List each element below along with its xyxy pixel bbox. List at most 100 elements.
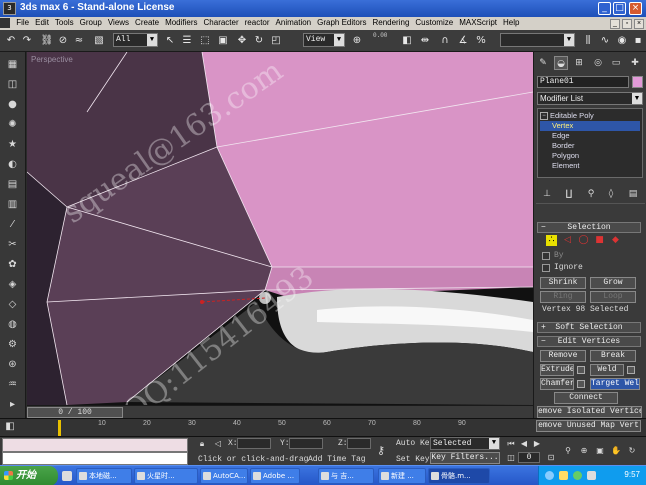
break-button[interactable]: Break <box>590 350 636 362</box>
redo-icon[interactable]: ↷ <box>20 34 34 48</box>
key-filters-button[interactable]: Key Filters... <box>430 452 500 464</box>
select-link-icon[interactable]: ⛓ <box>40 34 54 48</box>
edge-mode-icon[interactable]: ◁ <box>562 235 573 246</box>
weld-settings-button[interactable] <box>627 366 635 374</box>
pan-icon[interactable]: ✋ <box>610 445 622 457</box>
utilities-tab-icon[interactable]: ✚ <box>628 56 642 70</box>
expand-panel-icon[interactable]: ▸ <box>5 398 20 412</box>
by-vertex-checkbox[interactable] <box>542 252 550 260</box>
go-to-start-icon[interactable]: ⏮ <box>505 438 517 450</box>
selection-rollout-header[interactable]: − Selection <box>537 222 641 233</box>
menu-graph-editors[interactable]: Graph Editors <box>314 17 369 27</box>
object-name-field[interactable]: Plane01 <box>537 76 629 88</box>
unlink-icon[interactable]: ⊘ <box>56 34 70 48</box>
doc-restore-icon[interactable]: ▫ <box>622 19 632 29</box>
add-time-tag[interactable]: Add Time Tag <box>308 455 366 464</box>
edit-vertices-rollout-header[interactable]: − Edit Vertices <box>537 336 641 347</box>
helpers-icon[interactable]: ▤ <box>5 178 20 192</box>
z-coordinate-field[interactable] <box>347 438 371 449</box>
ignore-backfacing-checkbox[interactable] <box>542 264 550 272</box>
close-button[interactable]: × <box>629 2 642 15</box>
antivirus-icon[interactable] <box>573 471 582 480</box>
taskbar-item[interactable]: 新建 ... <box>378 468 426 484</box>
sphere-icon[interactable]: ● <box>5 98 20 112</box>
pivot-center-icon[interactable]: ⊕ <box>350 34 364 48</box>
taskbar-item[interactable]: AutoCA... <box>200 468 248 484</box>
reference-coordinate-dropdown[interactable]: View ▼ <box>303 33 345 47</box>
menu-file[interactable]: File <box>13 17 32 27</box>
objects-icon[interactable]: ▦ <box>5 58 20 72</box>
mirror-tool-icon[interactable]: ⫼ <box>581 34 595 48</box>
taskbar-item[interactable]: 骨骼.m... <box>428 468 490 484</box>
material-editor-icon[interactable]: ◉ <box>615 34 629 48</box>
chamfer-settings-button[interactable] <box>577 380 585 388</box>
soft-selection-rollout-header[interactable]: + Soft Selection <box>537 322 641 333</box>
select-by-name-icon[interactable]: ☰ <box>180 34 194 48</box>
undo-icon[interactable]: ↶ <box>4 34 18 48</box>
key-icon[interactable]: ⚷ <box>373 445 389 457</box>
time-config-icon[interactable]: ⊡ <box>545 452 557 464</box>
select-object-icon[interactable]: ▧ <box>92 34 106 48</box>
camera-icon[interactable]: ◐ <box>5 158 20 172</box>
show-end-result-icon[interactable]: ∐ <box>562 188 576 200</box>
taskbar-item[interactable]: 火星时... <box>134 468 198 484</box>
zoom-all-icon[interactable]: ⊕ <box>578 445 590 457</box>
stack-item-border[interactable]: Border <box>540 141 640 151</box>
grow-button[interactable]: Grow <box>590 277 636 289</box>
mesh-icon[interactable]: ◍ <box>5 318 20 332</box>
menu-tools[interactable]: Tools <box>52 17 77 27</box>
ring-button[interactable]: Ring <box>540 291 586 303</box>
stack-item-vertex[interactable]: Vertex <box>540 121 640 131</box>
menu-help[interactable]: Help <box>500 17 522 27</box>
percent-snap-icon[interactable]: % <box>474 34 488 48</box>
menu-rendering[interactable]: Rendering <box>369 17 412 27</box>
remove-button[interactable]: Remove <box>540 350 586 362</box>
modify-tab-icon[interactable]: ◒ <box>554 56 568 70</box>
auto-key-button[interactable]: Auto Key <box>396 439 434 448</box>
network-icon[interactable] <box>545 471 554 480</box>
menu-animation[interactable]: Animation <box>273 17 315 27</box>
play-icon[interactable]: ▶ <box>531 438 543 450</box>
current-frame-field[interactable]: 0 <box>518 452 540 463</box>
element-mode-icon[interactable]: ◆ <box>610 235 621 246</box>
remove-unused-map-verts-button[interactable]: emove Unused Map Vert <box>536 420 641 432</box>
chamfer-button[interactable]: Chamfer <box>540 378 574 390</box>
reactor-icon[interactable]: ✂ <box>5 238 20 252</box>
menu-reactor[interactable]: reactor <box>242 17 273 27</box>
x-coordinate-field[interactable] <box>237 438 271 449</box>
stack-item-editable-poly[interactable]: − Editable Poly <box>540 111 640 121</box>
taskbar-item[interactable]: 本地磁... <box>76 468 132 484</box>
stack-item-element[interactable]: Element <box>540 161 640 171</box>
bind-spacewarp-icon[interactable]: ≈ <box>72 34 86 48</box>
menu-views[interactable]: Views <box>105 17 132 27</box>
snap-icon[interactable]: ∩ <box>438 34 452 48</box>
mini-curve-editor-icon[interactable]: ◧ <box>3 421 17 435</box>
doc-minimize-icon[interactable]: _ <box>610 19 620 29</box>
bones-icon[interactable]: ⚙ <box>5 338 20 352</box>
taskbar-item[interactable]: Adobe ... <box>250 468 300 484</box>
menu-edit[interactable]: Edit <box>32 17 52 27</box>
y-coordinate-field[interactable] <box>289 438 323 449</box>
menu-modifiers[interactable]: Modifiers <box>162 17 200 27</box>
quick-launch-icon[interactable] <box>62 471 72 481</box>
shrink-button[interactable]: Shrink <box>540 277 586 289</box>
pin-stack-icon[interactable]: ⊥ <box>540 188 554 200</box>
doc-close-icon[interactable]: × <box>634 19 644 29</box>
polygon-mode-icon[interactable]: ■ <box>594 235 605 246</box>
angle-snap-icon[interactable]: ∡ <box>456 34 470 48</box>
patch-icon[interactable]: ◇ <box>5 298 20 312</box>
arc-rotate-icon[interactable]: ↻ <box>626 445 638 457</box>
target-weld-button[interactable]: Target Weld <box>590 378 640 390</box>
create-tab-icon[interactable]: ✎ <box>536 56 550 70</box>
zoom-icon[interactable]: ⚲ <box>562 445 574 457</box>
taskbar-item[interactable]: 与 吉... <box>318 468 374 484</box>
remove-isolated-vertices-button[interactable]: emove Isolated Vertice <box>537 406 642 418</box>
object-color-swatch[interactable] <box>632 76 643 88</box>
modifier-list-dropdown[interactable]: Modifier List ▼ <box>537 92 643 105</box>
menu-group[interactable]: Group <box>77 17 105 27</box>
previous-frame-icon[interactable]: ◀ <box>518 438 530 450</box>
systems-icon[interactable]: ⁄ <box>5 218 20 232</box>
lights-icon[interactable]: ✺ <box>5 118 20 132</box>
start-button[interactable]: 开始 <box>0 466 58 485</box>
rect-selection-icon[interactable]: ⬚ <box>198 34 212 48</box>
